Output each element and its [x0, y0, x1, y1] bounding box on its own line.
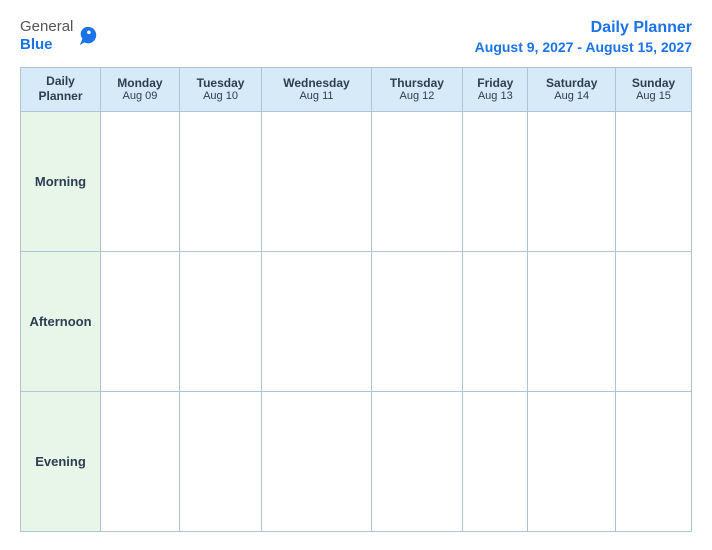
- cell-evening-sunday[interactable]: [616, 391, 692, 531]
- col-thursday: Thursday Aug 12: [371, 67, 462, 111]
- cell-morning-sunday[interactable]: [616, 111, 692, 251]
- cell-morning-saturday[interactable]: [528, 111, 616, 251]
- cell-afternoon-thursday[interactable]: [371, 251, 462, 391]
- table-row-afternoon: Afternoon: [21, 251, 692, 391]
- planner-table: Daily Planner Monday Aug 09 Tuesday Aug …: [20, 67, 692, 532]
- row-label-morning: Morning: [21, 111, 101, 251]
- table-row-morning: Morning: [21, 111, 692, 251]
- row-label-afternoon: Afternoon: [21, 251, 101, 391]
- cell-afternoon-monday[interactable]: [101, 251, 180, 391]
- cell-afternoon-saturday[interactable]: [528, 251, 616, 391]
- cell-morning-wednesday[interactable]: [262, 111, 371, 251]
- logo-bird-icon: [77, 25, 99, 47]
- logo-blue: Blue: [20, 36, 53, 53]
- col-tuesday: Tuesday Aug 10: [179, 67, 261, 111]
- col-friday: Friday Aug 13: [463, 67, 528, 111]
- cell-evening-thursday[interactable]: [371, 391, 462, 531]
- cell-morning-monday[interactable]: [101, 111, 180, 251]
- col-wednesday: Wednesday Aug 11: [262, 67, 371, 111]
- cell-evening-wednesday[interactable]: [262, 391, 371, 531]
- cell-afternoon-sunday[interactable]: [616, 251, 692, 391]
- page-title: Daily Planner: [475, 18, 692, 39]
- cell-evening-tuesday[interactable]: [179, 391, 261, 531]
- logo-general: General: [20, 18, 73, 35]
- cell-morning-friday[interactable]: [463, 111, 528, 251]
- col-saturday: Saturday Aug 14: [528, 67, 616, 111]
- table-row-evening: Evening: [21, 391, 692, 531]
- table-header-row: Daily Planner Monday Aug 09 Tuesday Aug …: [21, 67, 692, 111]
- date-range: August 9, 2027 - August 15, 2027: [475, 39, 692, 55]
- row-label-evening: Evening: [21, 391, 101, 531]
- cell-afternoon-friday[interactable]: [463, 251, 528, 391]
- cell-evening-monday[interactable]: [101, 391, 180, 531]
- col-monday: Monday Aug 09: [101, 67, 180, 111]
- cell-evening-saturday[interactable]: [528, 391, 616, 531]
- page-header: General Blue Daily Planner August 9, 202…: [20, 18, 692, 55]
- cell-morning-thursday[interactable]: [371, 111, 462, 251]
- cell-morning-tuesday[interactable]: [179, 111, 261, 251]
- cell-afternoon-tuesday[interactable]: [179, 251, 261, 391]
- header-right: Daily Planner August 9, 2027 - August 15…: [475, 18, 692, 55]
- table-header-label: Daily Planner: [21, 67, 101, 111]
- cell-evening-friday[interactable]: [463, 391, 528, 531]
- col-sunday: Sunday Aug 15: [616, 67, 692, 111]
- cell-afternoon-wednesday[interactable]: [262, 251, 371, 391]
- logo: General Blue: [20, 18, 99, 54]
